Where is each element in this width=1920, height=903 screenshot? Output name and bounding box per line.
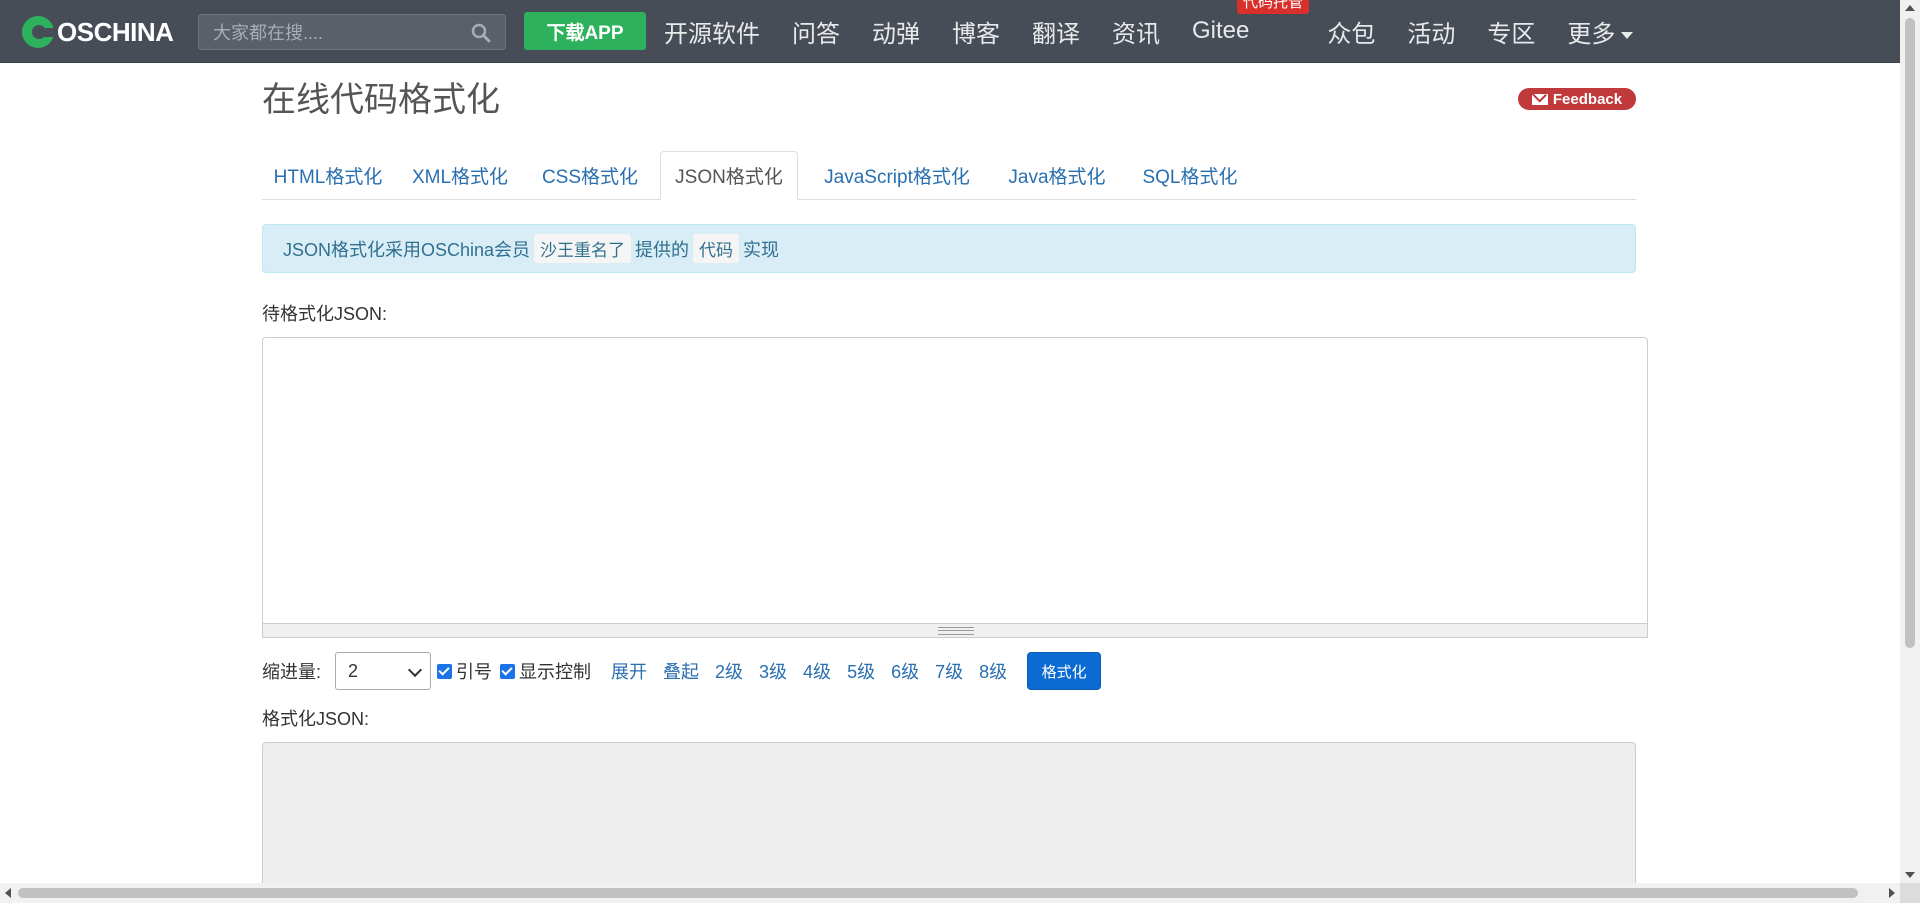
quote-label: 引号	[456, 662, 493, 682]
more-label: 更多	[1567, 20, 1616, 48]
tab-sql[interactable]: SQL格式化	[1128, 151, 1252, 199]
output-label: 格式化JSON:	[262, 709, 370, 729]
tab-html[interactable]: HTML格式化	[262, 151, 394, 199]
nav-link-open-source[interactable]: 开源软件	[664, 14, 760, 49]
show-control-label: 显示控制	[519, 662, 592, 682]
level-7-link[interactable]: 7级	[935, 658, 963, 684]
nav-link-blog[interactable]: 博客	[952, 14, 1000, 49]
nav-link-tweets[interactable]: 动弹	[872, 14, 920, 49]
search-box	[198, 14, 506, 51]
indent-label: 缩进量:	[262, 662, 322, 682]
nav-link-crowdsource[interactable]: 众包	[1327, 14, 1375, 49]
feedback-label: Feedback	[1552, 90, 1623, 108]
json-input[interactable]	[262, 337, 1648, 624]
alert-suffix: 实现	[743, 239, 780, 260]
nav-link-qa[interactable]: 问答	[792, 14, 840, 49]
nav-link-events[interactable]: 活动	[1407, 14, 1455, 49]
tab-json[interactable]: JSON格式化	[660, 151, 798, 200]
info-alert: JSON格式化采用OSChina会员 沙王重名了 提供的 代码 实现	[262, 224, 1636, 273]
tab-xml[interactable]: XML格式化	[400, 151, 520, 199]
level-8-link[interactable]: 8级	[979, 658, 1007, 684]
tab-java[interactable]: Java格式化	[992, 151, 1122, 199]
oschina-logo[interactable]: OSCHINA	[22, 14, 174, 50]
code-link[interactable]: 代码	[693, 234, 740, 263]
scroll-down-icon[interactable]	[1905, 872, 1915, 878]
level-2-link[interactable]: 2级	[715, 658, 743, 684]
caret-down-icon	[1621, 31, 1634, 39]
horizontal-scrollbar[interactable]	[0, 883, 1920, 903]
scroll-left-icon[interactable]	[5, 888, 11, 898]
gitee-badge: 代码托管	[1237, 0, 1310, 14]
scrollbar-corner	[1900, 883, 1920, 903]
horizontal-scroll-thumb[interactable]	[18, 888, 1858, 898]
indent-select[interactable]: 2	[335, 652, 432, 690]
show-control-checkbox[interactable]: 显示控制	[500, 658, 591, 684]
main-nav-links: 开源软件 问答 动弹 博客 翻译 资讯 Gitee 代码托管 众包 活动 专区 …	[664, 0, 1665, 62]
search-icon[interactable]	[471, 23, 491, 43]
nav-link-more[interactable]: 更多	[1567, 14, 1634, 49]
expand-link[interactable]: 展开	[611, 658, 647, 684]
checkbox-checked-icon[interactable]	[437, 663, 453, 679]
gitee-label: Gitee	[1192, 17, 1250, 44]
grip-lines-icon	[938, 627, 974, 635]
nav-link-news[interactable]: 资讯	[1112, 14, 1160, 49]
format-button[interactable]: 格式化	[1027, 652, 1102, 690]
indent-value: 2	[348, 660, 359, 681]
feedback-button[interactable]: Feedback	[1518, 88, 1636, 110]
logo-text: OSCHINA	[57, 16, 174, 47]
search-input[interactable]	[211, 15, 465, 51]
top-navbar: OSCHINA 下载APP 开源软件 问答 动弹 博客 翻译 资讯 Gitee …	[0, 0, 1900, 63]
mail-icon	[1531, 93, 1548, 105]
nav-link-translate[interactable]: 翻译	[1032, 14, 1080, 49]
resize-grip[interactable]	[262, 624, 1648, 638]
level-5-link[interactable]: 5级	[847, 658, 875, 684]
member-link[interactable]: 沙王重名了	[534, 234, 632, 263]
nav-link-zone[interactable]: 专区	[1487, 14, 1535, 49]
chevron-down-icon	[407, 662, 423, 678]
scroll-up-icon[interactable]	[1905, 5, 1915, 11]
formatter-tabs: HTML格式化 XML格式化 CSS格式化 JSON格式化 JavaScript…	[262, 151, 1636, 200]
checkbox-checked-icon[interactable]	[500, 663, 516, 679]
level-6-link[interactable]: 6级	[891, 658, 919, 684]
oschina-logo-icon	[22, 16, 55, 48]
input-label: 待格式化JSON:	[262, 304, 388, 324]
tab-css[interactable]: CSS格式化	[528, 151, 652, 199]
page-title: 在线代码格式化	[262, 81, 500, 119]
vertical-scroll-thumb[interactable]	[1905, 18, 1915, 648]
nav-link-gitee[interactable]: Gitee 代码托管	[1192, 0, 1310, 45]
vertical-scrollbar[interactable]	[1900, 0, 1920, 883]
format-controls: 缩进量: 2 引号 显示控制 展开 叠起 2级 3级 4级 5级 6级 7级 8…	[262, 652, 1102, 690]
alert-prefix: JSON格式化采用OSChina会员	[283, 239, 531, 260]
download-app-button[interactable]: 下载APP	[524, 12, 646, 50]
alert-middle: 提供的	[635, 239, 690, 260]
collapse-link[interactable]: 叠起	[663, 658, 699, 684]
scroll-right-icon[interactable]	[1889, 888, 1895, 898]
level-4-link[interactable]: 4级	[803, 658, 831, 684]
tab-javascript[interactable]: JavaScript格式化	[808, 151, 986, 199]
json-output[interactable]	[262, 742, 1636, 892]
quote-checkbox[interactable]: 引号	[437, 658, 492, 684]
level-3-link[interactable]: 3级	[759, 658, 787, 684]
